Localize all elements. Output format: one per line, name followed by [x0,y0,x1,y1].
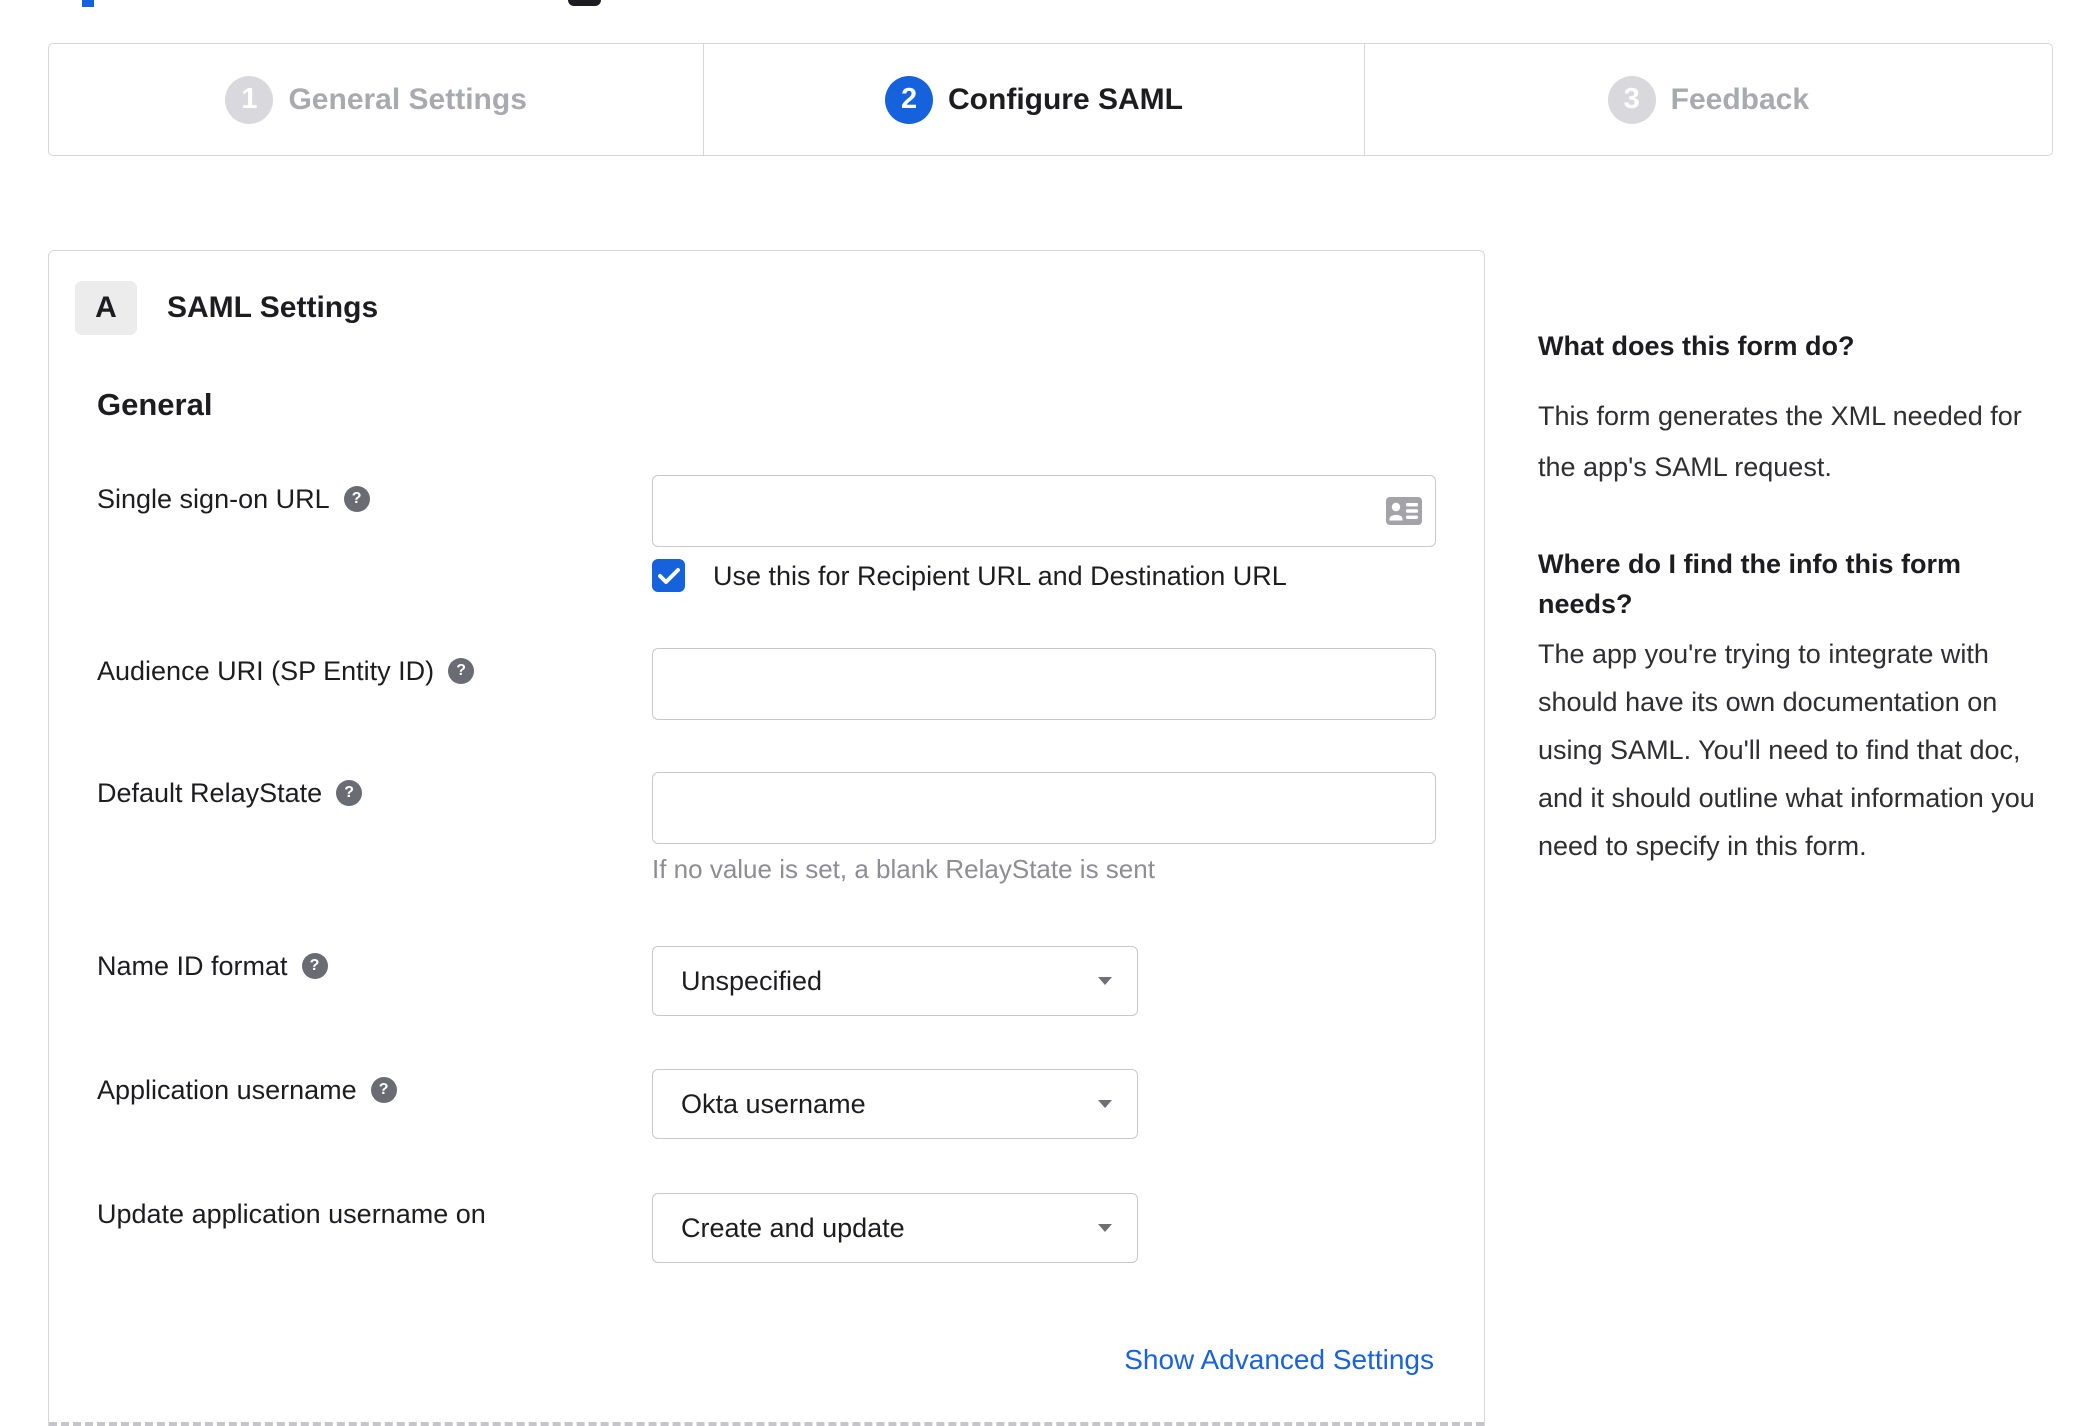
step-3-label: Feedback [1670,82,1810,116]
step-2-number-badge: 2 [885,75,934,124]
application-username-label-text: Application username [97,1075,357,1105]
chevron-down-icon [1098,1224,1112,1232]
step-feedback[interactable]: 3 Feedback [1363,44,2052,155]
panel-title: SAML Settings [167,291,379,324]
chevron-down-icon [1098,977,1112,985]
help-icon[interactable]: ? [343,486,370,512]
name-id-format-label-text: Name ID format [97,951,288,981]
general-section-heading: General [97,387,213,422]
update-app-username-select[interactable]: Create and update [652,1193,1138,1263]
step-2-label: Configure SAML [948,82,1183,116]
show-advanced-settings-link[interactable]: Show Advanced Settings [1124,1344,1434,1376]
application-username-label: Application username ? [97,1072,397,1108]
help-icon[interactable]: ? [370,1077,397,1103]
saml-settings-panel: A SAML Settings General Single sign-on U… [48,250,1485,1426]
audience-uri-input[interactable] [652,648,1436,720]
step-1-label: General Settings [288,82,527,116]
update-app-username-label: Update application username on [97,1196,486,1232]
section-divider [49,1422,1484,1426]
audience-uri-label-text: Audience URI (SP Entity ID) [97,656,435,686]
clipped-app-logo [568,0,601,6]
step-1-number-badge: 1 [225,75,274,124]
clipped-blue-element [82,0,94,7]
checkmark-icon [657,567,680,584]
help-icon[interactable]: ? [448,658,475,684]
use-for-recipient-url-checkbox[interactable] [652,559,685,592]
name-id-format-label: Name ID format ? [97,948,328,984]
saml-setup-page: 1 General Settings 2 Configure SAML 3 Fe… [0,0,2092,1426]
relaystate-helper-text: If no value is set, a blank RelayState i… [652,854,1155,884]
wizard-stepper: 1 General Settings 2 Configure SAML 3 Fe… [48,43,2053,156]
application-username-select[interactable]: Okta username [652,1069,1138,1139]
single-sign-on-url-input[interactable] [652,475,1436,547]
update-app-username-select-value: Create and update [681,1212,905,1243]
help-icon[interactable]: ? [336,780,363,806]
single-sign-on-url-label: Single sign-on URL ? [97,481,370,517]
audience-uri-label: Audience URI (SP Entity ID) ? [97,653,475,689]
single-sign-on-url-label-text: Single sign-on URL [97,484,330,514]
sidebar-heading-where: Where do I find the info this form needs… [1538,549,1961,619]
sidebar-body-where: The app you're trying to integrate with … [1538,639,2035,861]
step-general-settings[interactable]: 1 General Settings [49,44,703,155]
step-configure-saml[interactable]: 2 Configure SAML [703,44,1363,155]
name-id-format-select[interactable]: Unspecified [652,946,1138,1016]
section-a-badge: A [75,281,137,335]
sidebar-body-what: This form generates the XML needed for t… [1538,401,2022,482]
help-icon[interactable]: ? [301,953,328,979]
use-for-recipient-url-checkbox-label[interactable]: Use this for Recipient URL and Destinati… [713,558,1287,594]
step-3-number-badge: 3 [1607,75,1656,124]
sidebar-heading-what: What does this form do? [1538,331,1855,361]
name-id-format-select-value: Unspecified [681,965,823,996]
default-relaystate-label-text: Default RelayState [97,778,323,808]
update-app-username-label-text: Update application username on [97,1199,486,1229]
default-relaystate-label: Default RelayState ? [97,775,363,811]
default-relaystate-input[interactable] [652,772,1436,844]
application-username-select-value: Okta username [681,1088,866,1119]
chevron-down-icon [1098,1100,1112,1108]
